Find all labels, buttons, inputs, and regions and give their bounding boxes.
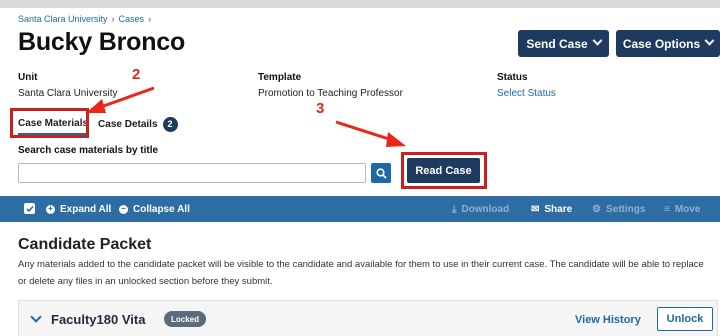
envelope-icon: ✉ — [531, 203, 540, 215]
select-all-checkbox[interactable] — [24, 203, 35, 214]
search-button[interactable] — [371, 163, 391, 183]
highlight-box-read-case — [401, 152, 487, 189]
breadcrumb-separator: › — [111, 14, 115, 24]
move-icon: ≡ — [664, 203, 670, 215]
case-options-label: Case Options — [622, 36, 701, 51]
annotation-number-3: 3 — [316, 100, 325, 117]
send-case-label: Send Case — [526, 36, 588, 51]
unlock-button[interactable]: Unlock — [657, 307, 713, 331]
chevron-down-icon[interactable] — [30, 311, 42, 323]
expand-all-button[interactable]: + Expand All — [46, 196, 111, 222]
settings-button[interactable]: ⚙ Settings — [592, 196, 645, 222]
download-button[interactable]: ⤓ Download — [452, 196, 509, 222]
gear-icon: ⚙ — [592, 203, 601, 215]
breadcrumb: Santa Clara University › Cases › — [18, 14, 151, 24]
highlight-box-tab — [10, 108, 89, 138]
move-label: Move — [674, 203, 701, 215]
expand-all-label: Expand All — [60, 203, 112, 215]
download-icon: ⤓ — [452, 203, 457, 215]
collapse-all-label: Collapse All — [133, 203, 190, 215]
breadcrumb-cases[interactable]: Cases — [119, 14, 145, 24]
status-label: Status — [497, 72, 528, 83]
search-label: Search case materials by title — [18, 145, 159, 156]
unit-label: Unit — [18, 72, 38, 83]
share-label: Share — [544, 203, 573, 215]
chevron-down-icon — [704, 35, 715, 46]
template-label: Template — [258, 72, 302, 83]
annotation-number-2: 2 — [132, 66, 141, 83]
status-select-link[interactable]: Select Status — [497, 88, 556, 99]
plus-circle-icon: + — [46, 204, 55, 214]
locked-badge: Locked — [164, 311, 207, 327]
tab-case-details-label: Case Details — [98, 118, 158, 130]
count-badge: 2 — [162, 116, 178, 132]
download-label: Download — [461, 203, 510, 215]
breadcrumb-university[interactable]: Santa Clara University — [18, 14, 108, 24]
annotation-arrow-2 — [86, 86, 155, 113]
settings-label: Settings — [605, 203, 646, 215]
search-input[interactable] — [18, 163, 366, 183]
search-icon — [375, 167, 387, 179]
minus-circle-icon: − — [119, 204, 128, 214]
section-description: Any materials added to the candidate pac… — [18, 259, 704, 287]
chevron-down-icon — [592, 35, 603, 46]
case-options-button[interactable]: Case Options — [616, 30, 720, 57]
tab-case-details[interactable]: Case Details 2 — [98, 116, 178, 132]
section-title: Candidate Packet — [18, 236, 152, 253]
annotation-arrow-3 — [335, 120, 406, 147]
material-row[interactable]: Faculty180 Vita Locked View History Unlo… — [18, 300, 718, 336]
share-button[interactable]: ✉ Share — [531, 196, 572, 222]
top-border — [0, 0, 720, 8]
template-value: Promotion to Teaching Professor — [258, 88, 403, 99]
view-history-link[interactable]: View History — [575, 314, 641, 326]
breadcrumb-separator: › — [148, 14, 152, 24]
row-title[interactable]: Faculty180 Vita — [51, 312, 145, 327]
page-title: Bucky Bronco — [18, 28, 186, 56]
check-icon — [25, 205, 34, 212]
collapse-all-button[interactable]: − Collapse All — [119, 196, 190, 222]
send-case-button[interactable]: Send Case — [518, 30, 609, 57]
move-button[interactable]: ≡ Move — [664, 196, 700, 222]
materials-toolbar: + Expand All − Collapse All ⤓ Download ✉… — [0, 196, 720, 222]
